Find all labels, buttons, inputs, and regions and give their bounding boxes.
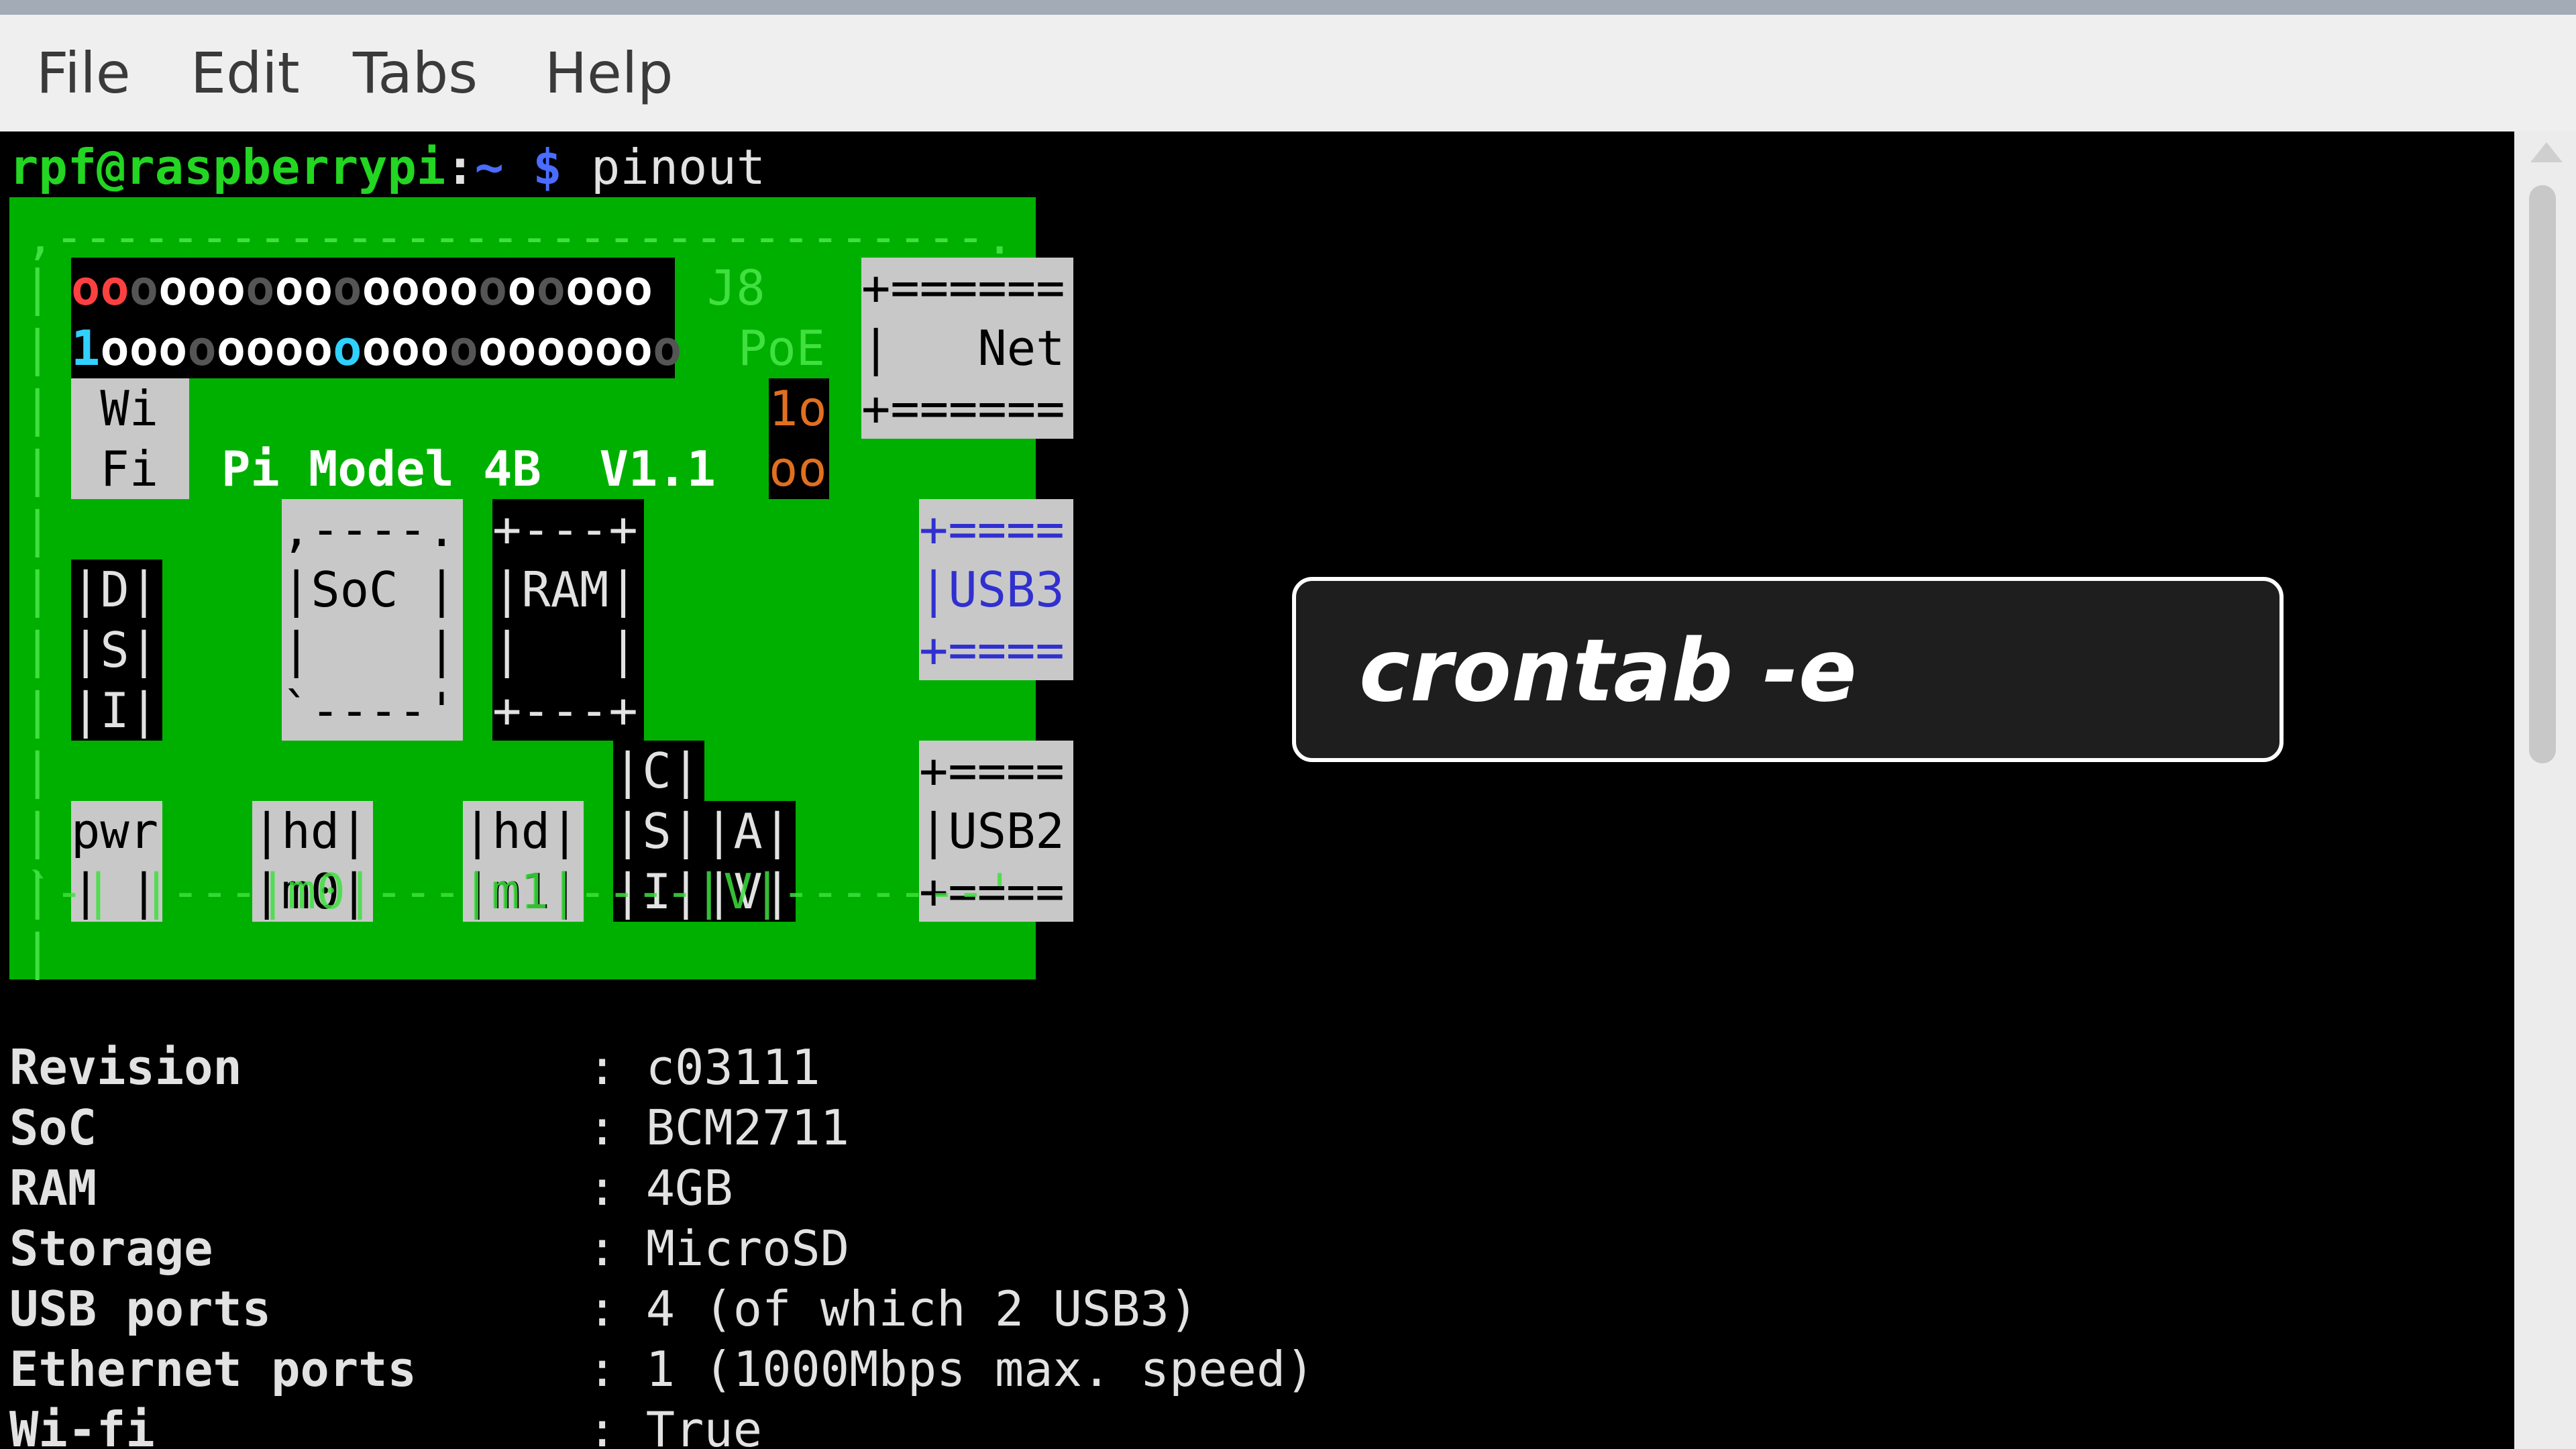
model-label: Pi Model 4B V1.1 bbox=[221, 441, 716, 497]
ethernet-port: +====== | Net +====== bbox=[861, 258, 1073, 439]
prompt-symbol: $ bbox=[533, 139, 562, 195]
menu-bar: File Edit Tabs Help bbox=[0, 15, 2576, 131]
wifi-module: Wi Fi bbox=[71, 378, 189, 499]
spec-value: : 4GB bbox=[588, 1160, 733, 1216]
spec-value: : True bbox=[588, 1401, 763, 1449]
prompt-separator: : bbox=[445, 139, 475, 195]
scrollbar-thumb[interactable] bbox=[2529, 185, 2556, 763]
window-title-bar bbox=[0, 0, 2576, 15]
terminal-output[interactable]: rpf@raspberrypi:~ $ pinout ,------------… bbox=[7, 131, 2514, 1449]
board-bottom-edge: `-| |---|m0|---|m1|----|V|-------' bbox=[25, 861, 1014, 922]
menu-edit[interactable]: Edit bbox=[191, 15, 300, 131]
scroll-up-arrow-icon[interactable] bbox=[2530, 142, 2563, 162]
poe-header-pins: 1o oo bbox=[769, 380, 827, 497]
spec-key: Wi-fi bbox=[9, 1401, 155, 1449]
spec-value: : 4 (of which 2 USB3) bbox=[588, 1281, 1199, 1337]
ram-chip: +---+ |RAM| | | +---+ bbox=[492, 499, 644, 741]
spec-value: : 1 (1000Mbps max. speed) bbox=[588, 1341, 1315, 1397]
menu-file[interactable]: File bbox=[36, 15, 131, 131]
menu-help[interactable]: Help bbox=[545, 15, 674, 131]
spec-key: Ethernet ports bbox=[9, 1341, 417, 1397]
usb3-ports: +==== |USB3 +==== bbox=[919, 499, 1073, 680]
command-prompt-line: rpf@raspberrypi:~ $ pinout bbox=[9, 137, 765, 197]
prompt-command: pinout bbox=[591, 139, 766, 195]
dsi-connector: |D| |S| |I| bbox=[71, 559, 162, 741]
command-caption-overlay: crontab -e bbox=[1292, 577, 2284, 762]
prompt-user-host: rpf@raspberrypi bbox=[9, 139, 446, 195]
spec-key: USB ports bbox=[9, 1281, 272, 1337]
spec-key: RAM bbox=[9, 1160, 97, 1216]
dsi-label: |D| |S| |I| bbox=[71, 561, 159, 739]
vertical-scrollbar[interactable] bbox=[2514, 131, 2576, 1449]
poe-label: PoE bbox=[738, 320, 826, 376]
board-bottom-edge-text: `-| |---|m0|---|m1|----|V|-------' bbox=[25, 863, 1014, 920]
spec-key: SoC bbox=[9, 1099, 97, 1156]
wifi-module-label: Wi Fi bbox=[100, 380, 159, 497]
spec-key: Storage bbox=[9, 1220, 213, 1277]
gpio-header-row-1: oooooooooooooooooooooooooooooooooooooooo bbox=[71, 260, 653, 316]
ram-label: +---+ |RAM| | | +---+ bbox=[492, 501, 638, 739]
spec-value: : BCM2711 bbox=[588, 1099, 850, 1156]
usb3-label: +==== |USB3 +==== bbox=[919, 501, 1065, 678]
soc-chip: ,----. |SoC | | | `----' bbox=[282, 499, 463, 741]
poe-header: 1o oo bbox=[769, 378, 829, 499]
ethernet-port-label: +====== | Net +====== bbox=[861, 260, 1065, 437]
command-caption-text: crontab -e bbox=[1359, 621, 1857, 721]
menu-tabs[interactable]: Tabs bbox=[353, 15, 478, 131]
spec-value: : c03111 bbox=[588, 1039, 820, 1095]
j8-label: J8 bbox=[707, 260, 765, 316]
soc-label: ,----. |SoC | | | `----' bbox=[282, 501, 457, 739]
prompt-path: ~ bbox=[474, 139, 504, 195]
spec-value: : MicroSD bbox=[588, 1220, 850, 1277]
board-diagram: ,--------------------------------. | | |… bbox=[9, 197, 1073, 980]
gpio-header-row-2: 1oooooooooooooooooooo1oooooooooooooooooo… bbox=[71, 320, 682, 376]
spec-key: Revision bbox=[9, 1039, 242, 1095]
